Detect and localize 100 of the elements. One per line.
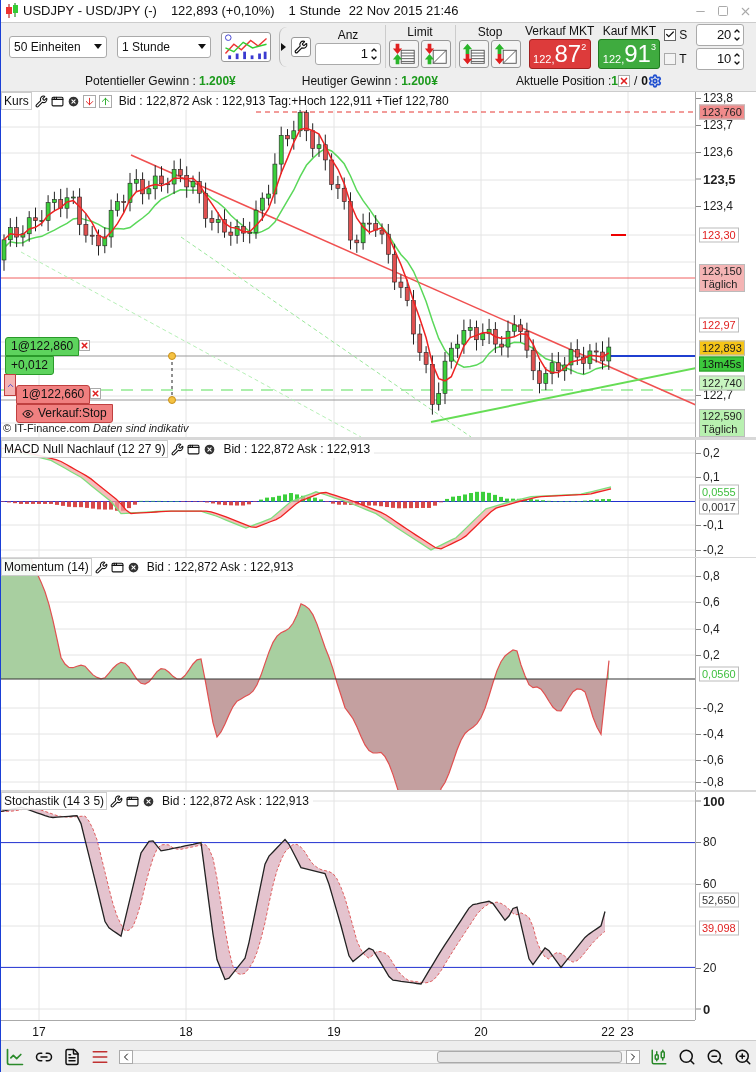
axis-label: -0,1	[703, 519, 724, 531]
bid-ask-text: Bid : 122,872 Ask : 122,913	[162, 793, 309, 809]
zoom-out-icon[interactable]	[706, 1047, 724, 1066]
histogram-bar	[601, 499, 605, 502]
axis-label: 123,4	[703, 200, 734, 212]
histogram-bar	[229, 501, 233, 506]
axis-label: 100	[703, 794, 725, 808]
histogram-bar	[523, 498, 527, 502]
axis-label: 80	[703, 836, 717, 848]
wrench-icon[interactable]	[34, 94, 48, 108]
axis-label: 123,5	[703, 172, 736, 186]
window-icon[interactable]	[110, 560, 124, 574]
units-dropdown[interactable]: 50 Einheiten	[9, 35, 107, 58]
wrench-icon[interactable]	[94, 560, 108, 574]
histogram-bar	[217, 501, 221, 505]
histogram-bar	[475, 491, 479, 502]
price-marker: 0,0555	[699, 484, 739, 500]
window-icon[interactable]	[187, 442, 201, 456]
close-icon[interactable]	[66, 94, 80, 108]
limit-label: Limit	[407, 25, 433, 40]
candlestick-icon[interactable]	[650, 1047, 668, 1066]
price-marker: 122,97	[699, 317, 739, 333]
price-marker: 0,0560	[699, 666, 739, 682]
settings-icon[interactable]	[648, 73, 662, 88]
trade-label: Kauf MKT	[602, 24, 657, 39]
axis-label: -0,4	[703, 728, 724, 740]
close-icon[interactable]	[203, 442, 217, 456]
checkbox[interactable]	[664, 28, 677, 41]
axis-label: -0,8	[703, 776, 724, 788]
histogram-bar	[367, 501, 371, 506]
quantity-spinner[interactable]: 1	[315, 43, 381, 65]
histogram-bar	[247, 501, 251, 505]
price-marker: 123,760	[699, 104, 745, 120]
axis-label: 123,7	[703, 119, 734, 131]
wrench-icon[interactable]	[171, 442, 185, 456]
order-label[interactable]: 1@122,660	[16, 385, 91, 404]
zoom-fit-icon[interactable]	[678, 1047, 696, 1066]
document-icon[interactable]	[63, 1047, 81, 1066]
histogram-bar	[37, 501, 41, 504]
price-marker: 39,098	[699, 920, 739, 936]
histogram-bar	[241, 501, 245, 506]
histogram-bar	[235, 501, 239, 506]
position-separator: /	[633, 72, 638, 90]
histogram-bar	[481, 491, 485, 502]
window-icon[interactable]	[126, 794, 140, 808]
axis-label: 20	[703, 962, 717, 974]
histogram-bar	[79, 501, 83, 508]
bid-ask-text: Bid : 122,872 Ask : 122,913	[223, 441, 371, 457]
remove-order-icon[interactable]	[90, 388, 102, 399]
axis-label: 123,6	[703, 146, 734, 158]
checkbox[interactable]	[664, 52, 677, 65]
scroll-left-button[interactable]	[119, 1049, 133, 1064]
order-list-icon[interactable]	[459, 40, 489, 68]
histogram-bar	[271, 497, 275, 502]
quantity-spinner[interactable]: 20	[696, 23, 745, 46]
axis-label: 0,4	[703, 623, 720, 635]
histogram-bar	[55, 501, 59, 505]
panel-title: MACD Null Nachlauf (12 27 9)	[1, 440, 169, 458]
scroll-right-button[interactable]	[626, 1049, 640, 1064]
quantity-spinner[interactable]: 10	[696, 47, 745, 70]
period-dropdown[interactable]: 1 Stunde	[117, 35, 211, 58]
order-label[interactable]: 1@122,860	[5, 337, 80, 356]
price-marker: 123,150 Täglich	[699, 264, 745, 292]
histogram-bar	[61, 501, 65, 506]
remove-icon[interactable]	[617, 74, 630, 87]
order-connector[interactable]	[168, 352, 176, 404]
wrench-icon[interactable]	[291, 36, 311, 57]
close-icon[interactable]	[126, 560, 140, 574]
histogram-bar	[427, 501, 431, 508]
histogram-bar	[595, 499, 599, 502]
trade-label: Verkauf MKT	[525, 24, 595, 39]
candle-icon	[5, 3, 19, 19]
scrollbar-thumb[interactable]	[437, 1050, 622, 1063]
order-ticket-icon[interactable]	[491, 40, 521, 68]
indicator-chart-icon[interactable]	[221, 31, 271, 62]
long-count: 1	[611, 72, 618, 90]
zoom-in-icon[interactable]	[734, 1047, 752, 1066]
panel-title: Kurs	[1, 92, 32, 110]
wrench-icon[interactable]	[110, 794, 124, 808]
order-list-icon[interactable]	[389, 40, 419, 68]
histogram-bar	[223, 501, 227, 506]
order-ticket-icon[interactable]	[421, 40, 451, 68]
histogram-bar	[451, 496, 455, 502]
axis-label: 60	[703, 878, 717, 890]
histogram-bar	[67, 501, 71, 507]
remove-order-icon[interactable]	[79, 340, 91, 351]
histogram-bar	[49, 501, 53, 504]
axis-label: 0	[703, 1002, 711, 1016]
histogram-bar	[289, 493, 293, 502]
axis-label: 122,7	[703, 389, 734, 401]
close-icon[interactable]	[142, 794, 156, 808]
chart-icon[interactable]	[5, 1046, 25, 1067]
axis-label: 0,2	[703, 649, 720, 661]
order-detail: +0,012	[5, 356, 55, 375]
profit-text: Heutiger Gewinn : 1.200¥	[301, 72, 438, 90]
window-icon[interactable]	[50, 94, 64, 108]
short-count: 0	[641, 72, 648, 90]
histogram-bar	[463, 494, 467, 502]
histogram-bar	[265, 497, 269, 502]
axis-label: 22	[601, 1024, 615, 1041]
